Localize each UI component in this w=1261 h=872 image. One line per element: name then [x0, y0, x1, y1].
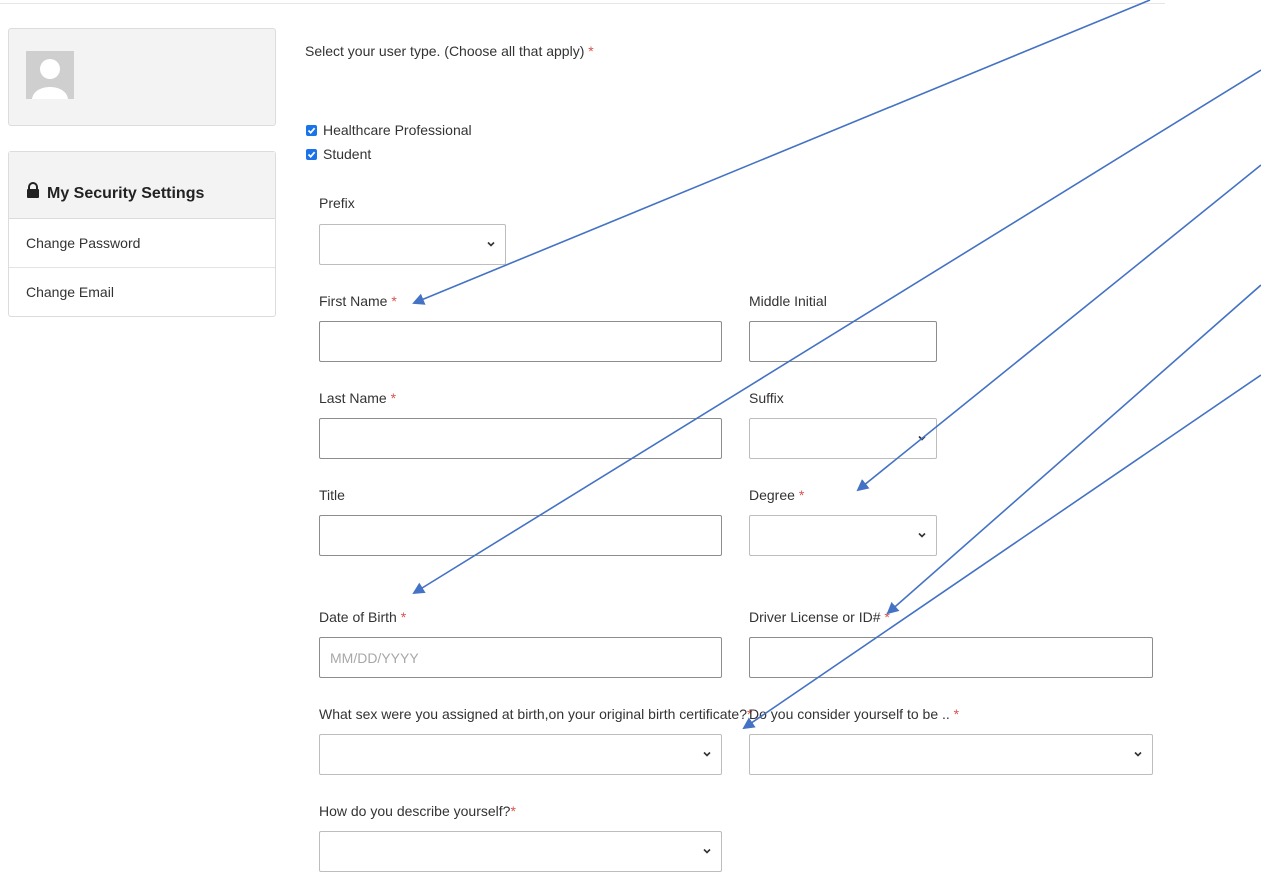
sex-at-birth-select[interactable]: [319, 734, 722, 775]
degree-select[interactable]: [749, 515, 937, 556]
last-name-label: Last Name *: [319, 390, 397, 406]
date-of-birth-label: Date of Birth *: [319, 609, 407, 625]
chevron-down-icon: [918, 435, 926, 441]
title-input[interactable]: [319, 515, 722, 556]
sidebar: My Security Settings Change Password Cha…: [8, 28, 276, 317]
middle-initial-input[interactable]: [749, 321, 937, 362]
student-checkbox[interactable]: [306, 149, 317, 160]
first-name-label: First Name *: [319, 293, 397, 309]
suffix-select[interactable]: [749, 418, 937, 459]
healthcare-professional-label[interactable]: Healthcare Professional: [323, 122, 472, 138]
chevron-down-icon: [487, 241, 495, 247]
title-label: Title: [319, 487, 345, 503]
chevron-down-icon: [918, 532, 926, 538]
sex-at-birth-label: What sex were you assigned at birth,on y…: [319, 706, 753, 722]
security-settings-header: My Security Settings: [9, 152, 275, 219]
chevron-down-icon: [703, 751, 711, 757]
last-name-input[interactable]: [319, 418, 722, 459]
required-asterisk: *: [588, 43, 594, 59]
profile-card: [8, 28, 276, 126]
degree-label: Degree *: [749, 487, 805, 503]
describe-yourself-select[interactable]: [319, 831, 722, 872]
middle-initial-label: Middle Initial: [749, 293, 827, 309]
annotation-arrow-driver-license: [886, 284, 1261, 615]
chevron-down-icon: [1134, 751, 1142, 757]
security-settings-panel: My Security Settings Change Password Cha…: [8, 151, 276, 317]
user-type-prompt: Select your user type. (Choose all that …: [305, 43, 594, 59]
lock-icon: [26, 182, 40, 203]
avatar-placeholder-icon: [26, 51, 74, 99]
chevron-down-icon: [703, 848, 711, 854]
suffix-label: Suffix: [749, 390, 784, 406]
prefix-select[interactable]: [319, 224, 506, 265]
driver-license-input[interactable]: [749, 637, 1153, 678]
student-label[interactable]: Student: [323, 146, 371, 162]
change-password-link[interactable]: Change Password: [9, 219, 275, 268]
describe-yourself-label: How do you describe yourself?*: [319, 803, 516, 819]
security-settings-title: My Security Settings: [47, 185, 205, 202]
driver-license-label: Driver License or ID# *: [749, 609, 890, 625]
consider-yourself-label: Do you consider yourself to be .. *: [749, 706, 960, 722]
consider-yourself-select[interactable]: [749, 734, 1153, 775]
change-email-link[interactable]: Change Email: [9, 268, 275, 316]
prefix-label: Prefix: [319, 195, 355, 211]
healthcare-professional-checkbox[interactable]: [306, 125, 317, 136]
top-divider: [0, 0, 1165, 4]
first-name-input[interactable]: [319, 321, 722, 362]
date-of-birth-input[interactable]: [319, 637, 722, 678]
